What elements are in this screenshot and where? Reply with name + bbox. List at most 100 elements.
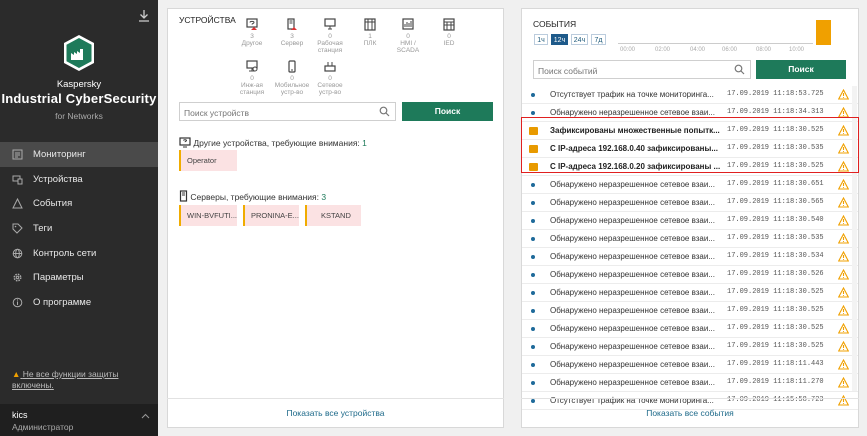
period-1h[interactable]: 1ч (534, 34, 548, 45)
warning-icon (838, 323, 849, 334)
timeline-event-bar[interactable] (816, 20, 831, 45)
warning-icon (838, 287, 849, 298)
chevron-up-icon[interactable] (141, 412, 150, 421)
sidebar-item-label: Теги (33, 222, 53, 234)
event-row[interactable]: Обнаружено неразрешенное сетевое взаи...… (522, 176, 858, 194)
event-row[interactable]: Обнаружено неразрешенное сетевое взаи...… (522, 212, 858, 230)
device-label: Мобильное устр-во (274, 82, 310, 96)
event-time: 17.09.2019 11:18:53.725 (727, 90, 824, 98)
warning-triangle-icon: ▲ (12, 369, 21, 379)
device-label: Рабочая станция (317, 40, 343, 54)
device-type-mobile[interactable]: 0 Мобильное устр-во (274, 60, 310, 96)
sidebar-item-label: События (33, 198, 73, 210)
other-device-icon (179, 137, 191, 148)
period-7d[interactable]: 7д (591, 34, 606, 45)
warning-icon (838, 377, 849, 388)
device-type-engineering-station[interactable]: 0 Инж-ая станция (234, 60, 270, 96)
device-type-network-device[interactable]: 0 Сетевое устр-во (312, 60, 348, 96)
user-menu[interactable]: kics Администратор (0, 404, 158, 436)
device-type-server[interactable]: 3 Сервер (274, 18, 310, 47)
event-time: 17.09.2019 11:18:30.540 (727, 216, 824, 224)
event-row[interactable]: Обнаружено неразрешенное сетевое взаи...… (522, 230, 858, 248)
protection-warning-link[interactable]: ▲ Не все функции защиты включены. (12, 369, 152, 391)
event-search-input[interactable] (534, 62, 718, 80)
sidebar-item-settings[interactable]: Параметры (0, 265, 158, 290)
event-row[interactable]: Обнаружено неразрешенное сетевое взаи...… (522, 356, 858, 374)
device-type-hmi[interactable]: 0 HMI / SCADA (390, 18, 426, 54)
device-search-input[interactable] (180, 104, 363, 122)
event-row[interactable]: Обнаружено неразрешенное сетевое взаи...… (522, 374, 858, 392)
event-row[interactable]: Обнаружено неразрешенное сетевое взаи...… (522, 284, 858, 302)
device-type-other[interactable]: 3 Другое (234, 18, 270, 47)
event-row[interactable]: Обнаружено неразрешенное сетевое взаи...… (522, 320, 858, 338)
event-dot-icon (531, 219, 535, 223)
event-text: Обнаружено неразрешенное сетевое взаи... (550, 342, 715, 351)
globe-icon (12, 248, 23, 258)
event-text: Обнаружено неразрешенное сетевое взаи... (550, 360, 715, 369)
event-row[interactable]: Обнаружено неразрешенное сетевое взаи...… (522, 248, 858, 266)
event-time: 17.09.2019 11:18:30.651 (727, 180, 824, 188)
device-type-plc[interactable]: 1 ПЛК (352, 18, 388, 47)
device-count: 0 (290, 75, 294, 82)
server-chip[interactable]: KSTAND (305, 205, 361, 226)
period-24h[interactable]: 24ч (571, 34, 588, 45)
period-12h[interactable]: 12ч (551, 34, 568, 45)
event-text: Обнаружено неразрешенное сетевое взаи... (550, 108, 715, 117)
event-text: Обнаружено неразрешенное сетевое взаи... (550, 252, 715, 261)
timeline-tick: 02:00 (655, 47, 671, 53)
sidebar-item-label: Устройства (33, 173, 83, 185)
event-row[interactable]: Обнаружено неразрешенное сетевое взаи...… (522, 302, 858, 320)
event-text: Обнаружено неразрешенное сетевое взаи... (550, 198, 715, 207)
event-dot-icon (531, 381, 535, 385)
sidebar-item-about[interactable]: О программе (0, 290, 158, 315)
device-label: ПЛК (363, 40, 377, 47)
device-count: 0 (406, 33, 410, 40)
other-devices-text: Другие устройства, требующие внимания: (193, 138, 363, 148)
warning-icon (12, 198, 23, 209)
event-text: Обнаружено неразрешенное сетевое взаи... (550, 180, 715, 189)
device-type-workstation[interactable]: 0 Рабочая станция (312, 18, 348, 54)
event-row[interactable]: Обнаружено неразрешенное сетевое взаи...… (522, 194, 858, 212)
show-all-devices-link[interactable]: Показать все устройства (167, 408, 504, 418)
warning-icon (838, 179, 849, 190)
show-all-events-link[interactable]: Показать все события (521, 408, 859, 418)
timeline-tick: 08:00 (756, 47, 772, 53)
sidebar-item-label: Мониторинг (33, 148, 86, 160)
search-icon[interactable] (734, 64, 745, 75)
search-icon[interactable] (379, 106, 390, 117)
server-chip[interactable]: WIN-BVFUTI... (179, 205, 237, 226)
event-row[interactable]: Обнаружено неразрешенное сетевое взаи...… (522, 338, 858, 356)
other-device-icon (246, 18, 258, 30)
event-dot-icon (531, 273, 535, 277)
events-title: СОБЫТИЯ (533, 19, 577, 29)
server-chip[interactable]: PRONINA-E... (243, 205, 299, 226)
network-device-icon (324, 62, 336, 72)
sidebar-item-events[interactable]: События (0, 191, 158, 216)
event-search-button[interactable]: Поиск (756, 60, 846, 79)
device-count: 0 (328, 33, 332, 40)
event-text: Обнаружено неразрешенное сетевое взаи... (550, 270, 715, 279)
event-time: 17.09.2019 11:18:30.535 (727, 234, 824, 242)
event-dot-icon (531, 345, 535, 349)
device-label: HMI / SCADA (396, 40, 420, 54)
event-time: 17.09.2019 11:18:30.565 (727, 198, 824, 206)
servers-count: 3 (321, 192, 327, 202)
sidebar-nav: Мониторинг Устройства События Теги Контр… (0, 142, 158, 315)
sidebar-item-network-control[interactable]: Контроль сети (0, 241, 158, 266)
device-chip-operator[interactable]: Operator (179, 150, 237, 171)
event-text: Обнаружено неразрешенное сетевое взаи... (550, 324, 715, 333)
device-search-button[interactable]: Поиск (402, 102, 493, 121)
event-time: 17.09.2019 11:18:30.525 (727, 306, 824, 314)
warning-icon (838, 251, 849, 262)
download-icon[interactable] (137, 9, 151, 23)
sidebar-item-label: Параметры (33, 272, 84, 284)
event-row[interactable]: Обнаружено неразрешенное сетевое взаи...… (522, 266, 858, 284)
sidebar-item-monitoring[interactable]: Мониторинг (0, 142, 158, 167)
event-dot-icon (531, 93, 535, 97)
device-type-ied[interactable]: 0 IED (431, 18, 467, 47)
sidebar-item-tags[interactable]: Теги (0, 216, 158, 241)
sidebar-item-devices[interactable]: Устройства (0, 167, 158, 192)
event-row[interactable]: Отсутствует трафик на точке мониторинга.… (522, 86, 858, 104)
highlight-box (521, 117, 859, 173)
event-time: 17.09.2019 11:18:34.313 (727, 108, 824, 116)
